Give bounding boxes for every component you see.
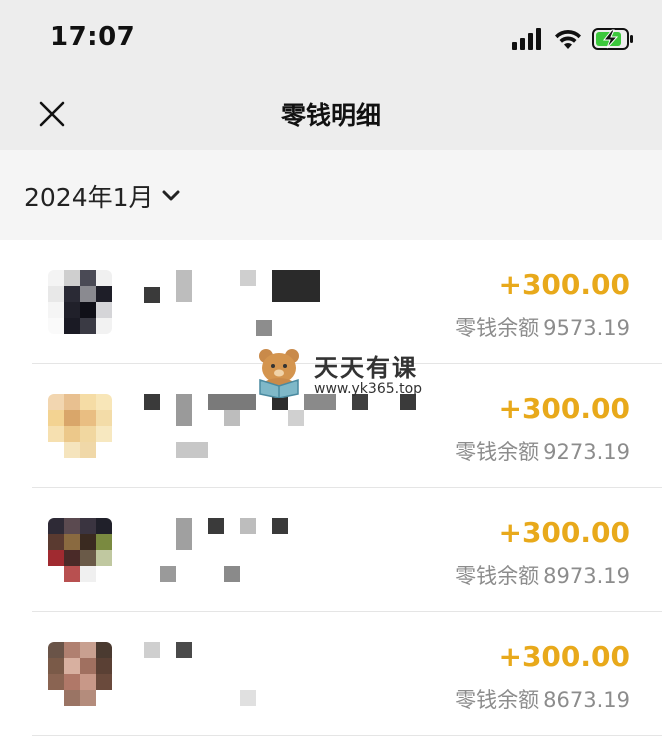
name-redacted <box>144 642 444 712</box>
balance-value: 8973.19 <box>543 564 630 588</box>
month-label: 2024年1月 <box>24 183 154 212</box>
balance-label: 零钱余额 <box>455 688 540 712</box>
bear-reading-icon <box>259 349 299 398</box>
balance-text: 零钱余额 9573.19 <box>455 312 630 342</box>
status-icons <box>512 26 634 52</box>
transaction-amount: +300.00 <box>498 392 630 425</box>
balance-value: 9273.19 <box>543 440 630 464</box>
avatar <box>48 394 112 458</box>
balance-label: 零钱余额 <box>455 440 540 464</box>
balance-text: 零钱余额 8973.19 <box>455 560 630 590</box>
balance-value: 9573.19 <box>543 316 630 340</box>
page-title: 零钱明细 <box>280 101 381 130</box>
balance-label: 零钱余额 <box>455 316 540 340</box>
wifi-icon <box>555 29 581 49</box>
divider <box>32 735 662 736</box>
avatar <box>48 518 112 582</box>
transaction-amount: +300.00 <box>498 268 630 301</box>
name-redacted <box>144 394 444 464</box>
watermark-url: www.yk365.top <box>314 380 423 397</box>
transaction-list: +300.00 零钱余额 9573.19 +300.00 零钱余额 9273.19 <box>0 240 662 736</box>
transaction-amount: +300.00 <box>498 516 630 549</box>
transaction-row[interactable]: +300.00 零钱余额 8673.19 <box>0 612 662 736</box>
balance-text: 零钱余额 9273.19 <box>455 436 630 466</box>
navigation-bar: 零钱明细 <box>0 80 662 150</box>
balance-label: 零钱余额 <box>455 564 540 588</box>
month-selector[interactable]: 2024年1月 <box>24 178 180 214</box>
watermark-title: 天天有课 <box>314 353 418 382</box>
chevron-down-icon <box>162 190 180 201</box>
status-time: 17:07 <box>50 22 136 52</box>
avatar <box>48 642 112 706</box>
name-redacted <box>144 270 444 340</box>
balance-value: 8673.19 <box>543 688 630 712</box>
watermark: 天天有课 www.yk365.top <box>252 346 422 398</box>
transaction-row[interactable]: +300.00 零钱余额 8973.19 <box>0 488 662 612</box>
balance-text: 零钱余额 8673.19 <box>455 684 630 714</box>
cellular-signal-icon <box>512 28 541 50</box>
status-bar: 17:07 <box>0 0 662 80</box>
battery-charging-icon <box>592 28 633 50</box>
name-redacted <box>144 518 444 588</box>
month-filter-bar: 2024年1月 <box>0 150 662 240</box>
avatar <box>48 270 112 334</box>
transaction-amount: +300.00 <box>498 640 630 673</box>
